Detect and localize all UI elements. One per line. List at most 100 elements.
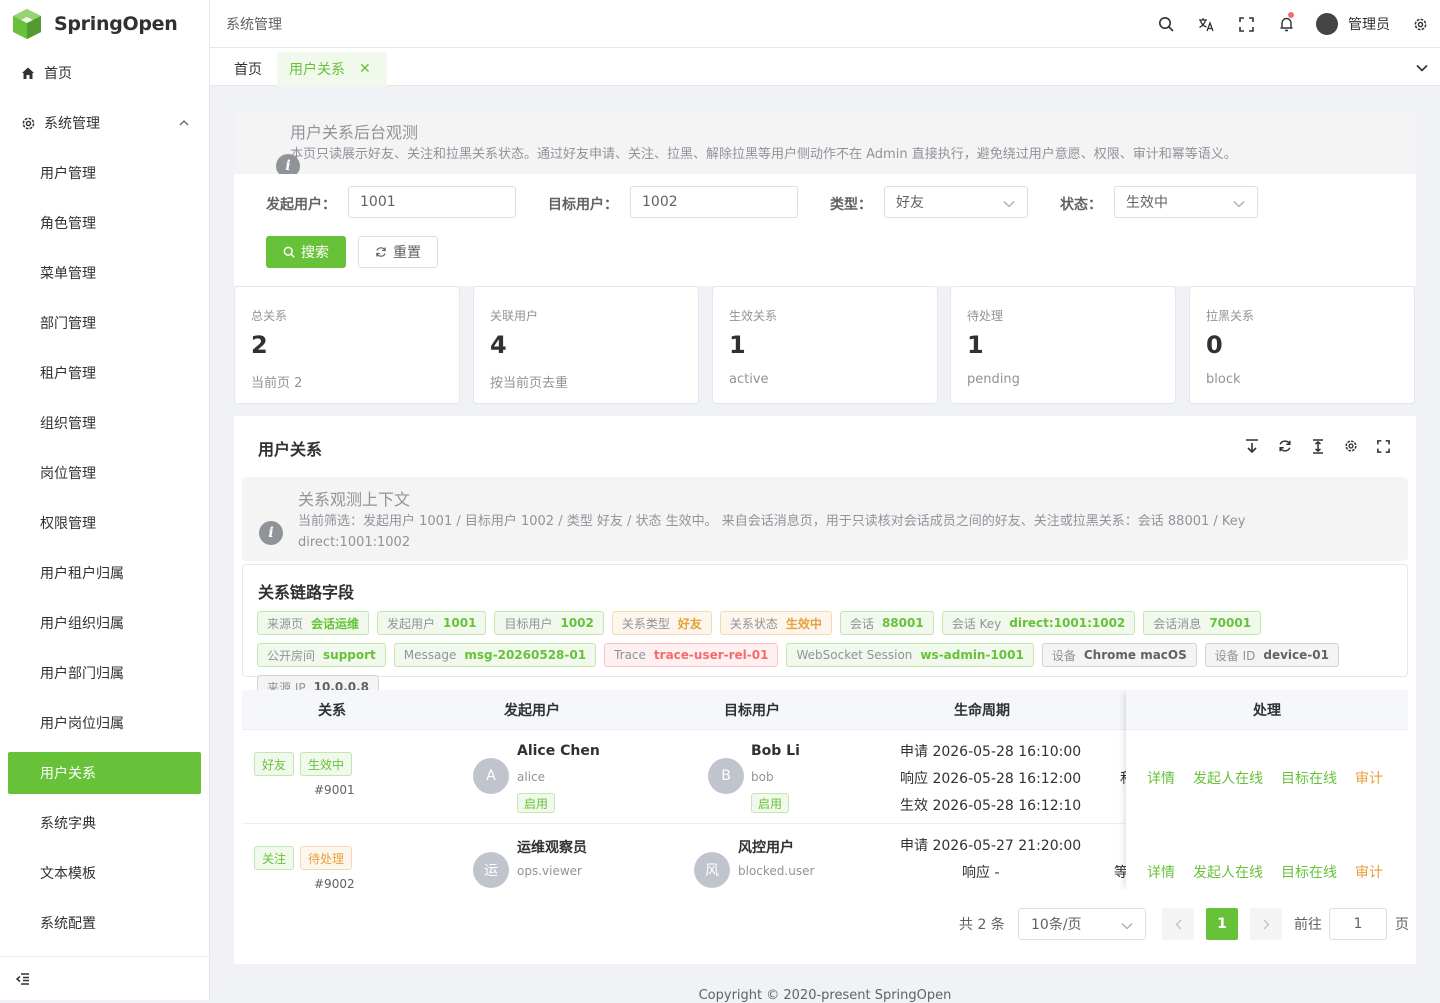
sidebar-item[interactable]: 组织管理: [0, 398, 209, 448]
status-label: 状态：: [1060, 197, 1102, 213]
goto-page-input[interactable]: 1: [1329, 908, 1387, 940]
lifecycle-effective: 生效 2026-05-28 16:12:10: [900, 798, 1082, 814]
chevron-down-icon: [1121, 918, 1133, 934]
to-online-link[interactable]: 目标在线: [1281, 862, 1337, 882]
to-user-name[interactable]: Bob Li: [751, 743, 800, 759]
audit-link[interactable]: 审计: [1355, 862, 1383, 882]
notification-button[interactable]: [1266, 0, 1306, 48]
stat-sub: pending: [967, 372, 1020, 387]
to-online-link[interactable]: 目标在线: [1281, 768, 1337, 788]
table-fullscreen-button[interactable]: [1367, 436, 1400, 456]
col-lifecycle: 生命周期: [954, 703, 1010, 719]
stat-sub: 按当前页去重: [490, 376, 569, 391]
app-name: SpringOpen: [54, 13, 178, 35]
user-menu[interactable]: 管理员: [1306, 13, 1400, 35]
sidebar-item[interactable]: 用户岗位归属: [0, 698, 209, 748]
next-page-button[interactable]: [1250, 908, 1282, 940]
chain-tag-value: Chrome macOS: [1083, 648, 1187, 662]
page-number-current[interactable]: 1: [1206, 908, 1238, 940]
to-user-value: 1002: [642, 194, 678, 210]
chain-tag-key: 关系状态: [729, 616, 778, 631]
status-select[interactable]: 生效中: [1114, 186, 1258, 218]
sidebar-group-system[interactable]: 系统管理: [0, 98, 209, 148]
prev-page-button[interactable]: [1162, 908, 1194, 940]
stat-value: 1: [729, 331, 746, 359]
breadcrumb[interactable]: 系统管理: [226, 14, 282, 34]
sidebar-item-home[interactable]: 首页: [0, 48, 209, 98]
chain-tag-value: trace-user-rel-01: [653, 648, 769, 662]
chevron-down-icon[interactable]: [1416, 60, 1428, 76]
search-button[interactable]: [1146, 0, 1186, 48]
page-size-select[interactable]: 10条/页: [1018, 908, 1146, 940]
chain-tag: 公开房间 support: [257, 643, 386, 667]
sidebar-collapse-button[interactable]: [0, 956, 209, 1000]
sidebar-item[interactable]: 系统字典: [0, 798, 209, 848]
sidebar-item[interactable]: 用户部门归属: [0, 648, 209, 698]
sidebar-item[interactable]: 用户关系: [8, 752, 201, 794]
sidebar-item[interactable]: 用户租户归属: [0, 548, 209, 598]
type-label: 类型：: [830, 197, 872, 213]
sidebar-item[interactable]: 菜单管理: [0, 248, 209, 298]
avatar: [1316, 13, 1338, 35]
to-user-status-tag: 启用: [751, 793, 790, 813]
sidebar-item[interactable]: 文本模板: [0, 848, 209, 898]
sidebar-item[interactable]: 岗位管理: [0, 448, 209, 498]
tab-home[interactable]: 首页: [222, 52, 274, 86]
export-button[interactable]: [1235, 436, 1268, 456]
column-height-icon: [1312, 438, 1323, 454]
from-user-value: 1001: [360, 194, 396, 210]
gear-icon: [1344, 440, 1357, 452]
chain-tag-key: Trace: [614, 648, 646, 662]
from-user-input[interactable]: 1001: [348, 186, 516, 218]
settings-button[interactable]: [1400, 0, 1440, 48]
logo[interactable]: SpringOpen: [0, 0, 209, 48]
fullscreen-button[interactable]: [1226, 0, 1266, 48]
from-user-name[interactable]: Alice Chen: [517, 743, 600, 759]
sidebar-item[interactable]: 部门管理: [0, 298, 209, 348]
translate-button[interactable]: [1186, 0, 1226, 48]
stat-sub: 当前页 2: [251, 376, 303, 391]
refresh-button[interactable]: [1268, 436, 1301, 456]
gear-icon: [20, 116, 36, 131]
status-tag: 待处理: [300, 846, 353, 870]
sidebar-item[interactable]: 租户管理: [0, 348, 209, 398]
sidebar-item[interactable]: 用户组织归属: [0, 598, 209, 648]
reset-button[interactable]: 重置: [358, 236, 438, 268]
lifecycle-response: 响应 -: [962, 865, 1000, 881]
column-settings-button[interactable]: [1334, 436, 1367, 456]
col-to-user: 目标用户: [724, 703, 780, 719]
detail-link[interactable]: 详情: [1147, 768, 1175, 788]
type-select[interactable]: 好友: [884, 186, 1028, 218]
audit-link[interactable]: 审计: [1355, 768, 1383, 788]
to-user-name[interactable]: 风控用户: [738, 837, 794, 857]
main-content: i 用户关系后台观测 本页只读展示好友、关注和拉黑关系状态。通过好友申请、关注、…: [210, 86, 1440, 1003]
chain-tag: 设备 ID device-01: [1204, 643, 1339, 667]
to-user-input[interactable]: 1002: [630, 186, 798, 218]
density-button[interactable]: [1301, 436, 1334, 456]
from-user-name[interactable]: 运维观察员: [517, 837, 587, 857]
sidebar-item[interactable]: 系统配置: [0, 898, 209, 948]
stat-value: 4: [490, 331, 507, 359]
tab-user-relations[interactable]: 用户关系 ✕: [277, 52, 387, 86]
from-online-link[interactable]: 发起人在线: [1193, 768, 1263, 788]
sidebar-item[interactable]: 用户管理: [0, 148, 209, 198]
chain-tag-value: 生效中: [785, 616, 822, 631]
footer-copyright: Copyright © 2020-present SpringOpen: [698, 988, 952, 1003]
close-icon[interactable]: ✕: [359, 61, 371, 77]
search-button[interactable]: 搜索: [266, 236, 346, 268]
stat-value: 2: [251, 331, 268, 359]
chain-tag-list: 来源页 会话运维 发起用户 1001 目标用户 1002 关系类型 好友 关系状态 生效中 会话 88…: [257, 611, 1397, 699]
type-value: 好友: [896, 195, 924, 211]
chain-tag: 设备 Chrome macOS: [1041, 643, 1197, 667]
sidebar-item[interactable]: 权限管理: [0, 498, 209, 548]
sidebar-item[interactable]: 角色管理: [0, 198, 209, 248]
refresh-icon: [1278, 440, 1291, 452]
stat-title: 总关系: [251, 309, 288, 323]
chain-tag-value: 1002: [560, 616, 594, 630]
detail-link[interactable]: 详情: [1147, 862, 1175, 882]
download-icon: [1245, 438, 1258, 453]
goto-label: 前往: [1294, 917, 1322, 933]
reset-button-label: 重置: [393, 245, 421, 261]
type-tag: 关注: [254, 846, 295, 870]
from-online-link[interactable]: 发起人在线: [1193, 862, 1263, 882]
